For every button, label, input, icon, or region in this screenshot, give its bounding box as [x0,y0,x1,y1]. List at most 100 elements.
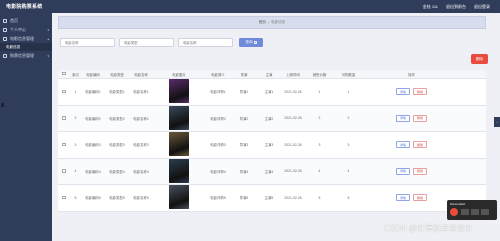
popup-control[interactable] [471,209,479,215]
search-input-movie-title[interactable] [178,38,233,47]
cell-actions: 详情 删除 [363,114,460,122]
search-button[interactable]: 查询 [239,38,263,47]
cell-price: 3 [318,142,321,147]
bulk-delete-button[interactable]: 删除 [471,54,488,64]
cell-star: 主演3 [264,143,274,148]
sidebar-item-profile[interactable]: 个人中心 ▾ [0,25,52,34]
row-checkbox[interactable] [62,142,66,146]
cell-intro: 电影详情3 [210,143,226,148]
row-delete-button[interactable]: 删除 [413,167,427,175]
detail-button[interactable]: 详情 [396,141,410,149]
row-select-cell[interactable] [58,142,70,148]
cell-director: 导演3 [239,143,249,148]
search-input-movie-type[interactable] [119,38,174,47]
cell-intro: 电影详情5 [210,196,226,201]
cell-index: 5 [74,195,77,200]
sidebar-item-label: 电影信息管理 [10,35,34,41]
cell-director: 导演1 [239,90,249,95]
user-icon [3,27,7,32]
cell-qty: 3 [347,142,350,147]
table-row: 3 电影编码3 电影类型3 电影名称3 电影详情3 导演3 主演3 2021-0… [58,132,486,159]
cell-price: 1 [318,89,321,94]
chevron-down-icon: ▾ [47,53,49,58]
cell-director: 导演2 [239,116,249,121]
select-all-checkbox[interactable] [62,71,66,76]
breadcrumb-home[interactable]: 首页 [259,20,266,25]
popup-control[interactable] [481,209,489,215]
cell-poster [153,132,205,157]
row-delete-button[interactable]: 删除 [413,194,427,202]
search-input-movie-name[interactable] [60,38,115,47]
cell-name: 电影名称3 [133,143,149,148]
breadcrumb-current: 电影信息 [270,20,286,24]
sidebar-item-ticket-management[interactable]: 购票信息管理 ▾ [0,51,52,60]
detail-button[interactable]: 详情 [396,114,410,122]
movie-poster-image [169,132,189,157]
header-links: 金桂 111 退出到前台 退出登录 [423,4,490,10]
select-all-cell[interactable] [58,71,70,77]
watermark: CSDN @计算机毕业设计 [384,224,474,233]
cell-price: 4 [318,169,321,174]
row-delete-button[interactable]: 删除 [413,88,427,96]
row-delete-button[interactable]: 删除 [413,141,427,149]
movie-poster-image [169,79,189,104]
column-header: 销售价格 [312,72,327,77]
column-header: 电影名称 [134,72,148,77]
cell-type: 电影类型3 [109,143,125,148]
column-header: 导演 [240,72,248,77]
column-header: 可购数量 [341,72,356,77]
home-icon [3,18,7,23]
cell-code: 电影编码2 [85,116,101,121]
cell-poster [153,185,205,210]
breadcrumb-separator: / [267,20,269,25]
cell-code: 电影编码4 [85,169,101,174]
cell-qty: 1 [347,89,350,94]
sidebar-item-label: 购票信息管理 [10,52,34,58]
detail-button[interactable]: 详情 [396,88,410,96]
app-title: 电影院购票系统 [6,4,43,10]
sidebar-collapse-handle[interactable] [1,103,4,107]
table-row: 2 电影编码2 电影类型2 电影名称2 电影详情2 导演2 主演2 2021-0… [58,105,486,132]
row-checkbox[interactable] [62,195,66,199]
exit-to-front-link[interactable]: 退出到前台 [446,4,466,10]
column-header: 电影类型 [110,72,124,77]
film-icon [3,36,7,41]
record-icon[interactable] [450,208,458,216]
cell-qty: 5 [347,195,350,200]
cell-price: 5 [318,195,321,200]
row-checkbox[interactable] [62,116,66,120]
popup-title: Screenshot [450,201,466,206]
logout-link[interactable]: 退出登录 [474,4,490,10]
sidebar-subitem-movie-info[interactable]: 电影信息 [0,43,52,51]
sidebar-item-home[interactable]: 首页 [0,16,52,25]
row-checkbox[interactable] [62,169,66,173]
edge-toggle-tab[interactable]: ‹ [494,117,500,127]
row-delete-button[interactable]: 删除 [413,114,427,122]
cell-star: 主演5 [264,196,274,201]
detail-button[interactable]: 详情 [396,194,410,202]
column-header: 电影编码 [86,72,100,77]
cell-actions: 详情 删除 [363,194,460,202]
row-checkbox[interactable] [62,89,66,93]
cell-star: 主演4 [264,169,274,174]
popup-control[interactable] [461,209,469,215]
sidebar-item-label: 首页 [10,17,18,23]
cell-poster [153,158,205,184]
column-header: 电影图片 [172,72,186,77]
cell-date: 2021-02-26 [284,142,302,147]
row-select-cell[interactable] [58,195,70,201]
table-row: 4 电影编码4 电影类型4 电影名称4 电影详情4 导演4 主演4 2021-0… [58,158,486,185]
table-header-row: 索引 电影编码 电影类型 电影名称 电影图片 电影简介 导演 主演 上映时间 销… [58,70,486,79]
column-header: 操作 [408,72,415,77]
search-icon [254,41,257,44]
row-select-cell[interactable] [58,116,70,121]
row-select-cell[interactable] [58,89,70,95]
detail-button[interactable]: 详情 [396,167,410,175]
column-header: 主演 [265,72,273,77]
movie-poster-image [169,185,189,210]
row-select-cell[interactable] [58,169,70,174]
movie-poster-image [169,105,189,130]
cell-qty: 4 [347,169,350,174]
sidebar-item-movie-management[interactable]: 电影信息管理 ▴ [0,34,52,43]
cell-poster [153,105,205,131]
